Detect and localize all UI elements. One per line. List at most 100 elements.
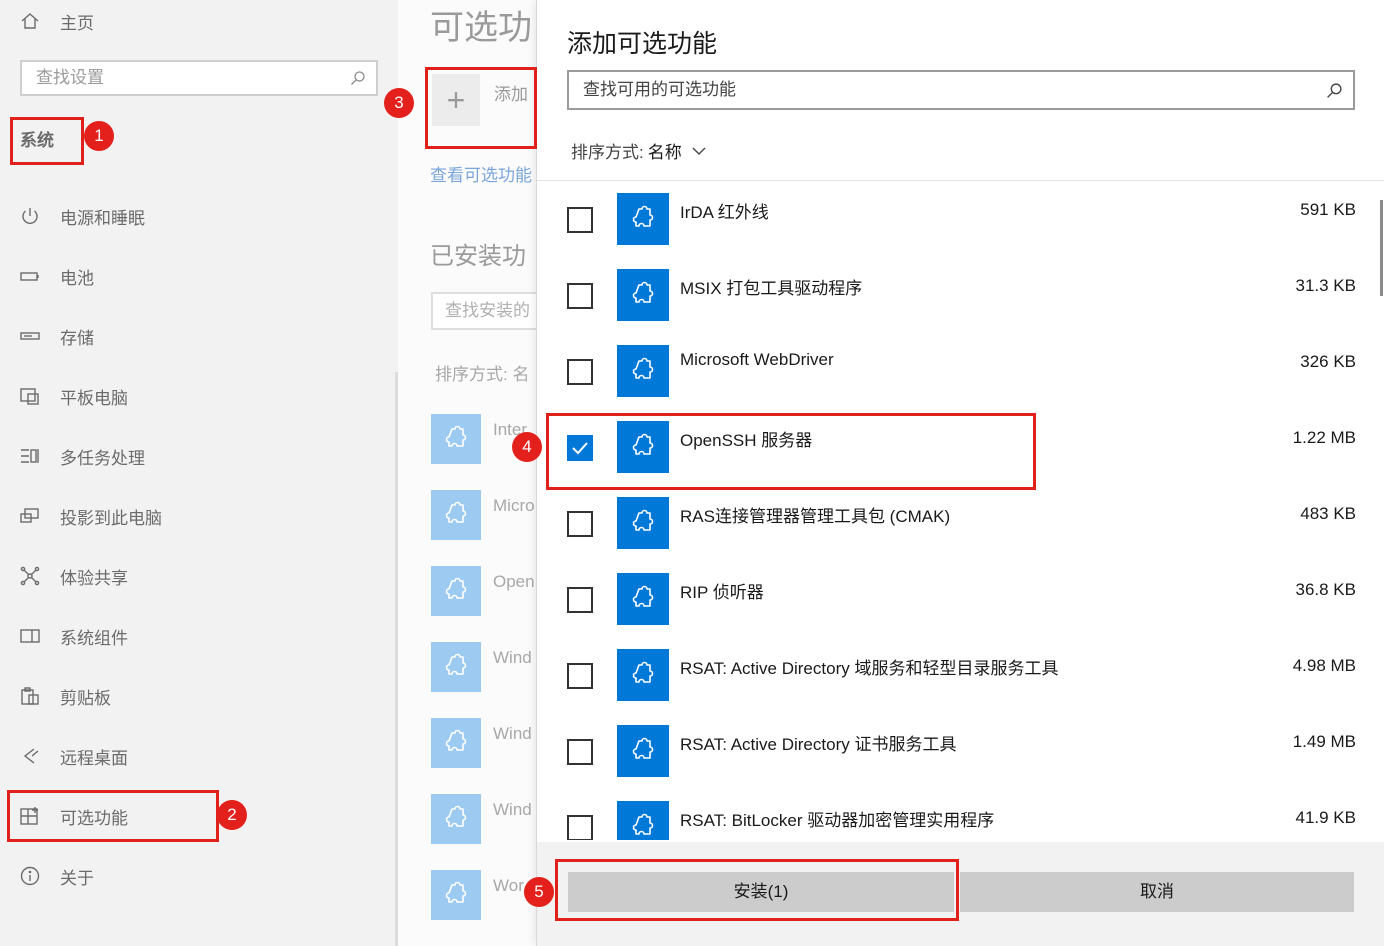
feature-row[interactable]: RSAT: Active Directory 证书服务工具 1.49 MB <box>537 713 1384 789</box>
feature-size: 326 KB <box>1300 352 1356 371</box>
puzzle-icon <box>445 653 467 675</box>
feature-name: IrDA 红外线 <box>680 203 769 222</box>
feature-row[interactable]: RAS连接管理器管理工具包 (CMAK) 483 KB <box>537 485 1384 561</box>
sidebar-item-multitasking[interactable]: 多任务处理 <box>0 426 398 486</box>
puzzle-icon <box>632 281 654 303</box>
puzzle-icon <box>445 881 467 903</box>
sidebar-search-box[interactable] <box>20 60 378 96</box>
project-icon <box>20 508 39 523</box>
feature-list-scrollbar[interactable] <box>1380 200 1383 296</box>
installed-feature-name: Wind <box>493 724 532 743</box>
sidebar-item-label: 存储 <box>60 328 94 348</box>
feature-checkbox-checked[interactable] <box>567 435 593 461</box>
sidebar-home[interactable]: 主页 <box>20 8 94 34</box>
add-feature-button[interactable]: + <box>432 74 480 126</box>
puzzle-icon <box>445 805 467 827</box>
feature-size: 591 KB <box>1300 200 1356 219</box>
feature-checkbox[interactable] <box>567 815 593 840</box>
installed-feature-row[interactable]: Wind <box>431 718 538 768</box>
feature-name: RAS连接管理器管理工具包 (CMAK) <box>680 507 951 526</box>
dialog-search-input[interactable] <box>569 72 1289 108</box>
feature-row[interactable]: RSAT: BitLocker 驱动器加密管理实用程序 41.9 KB <box>537 789 1384 840</box>
installed-sort-label[interactable]: 排序方式: 名 <box>435 360 529 385</box>
install-button[interactable]: 安装(1) <box>568 872 954 912</box>
feature-row[interactable]: Microsoft WebDriver 326 KB <box>537 333 1384 409</box>
feature-checkbox[interactable] <box>567 283 593 309</box>
installed-feature-row[interactable]: Wind <box>431 642 538 692</box>
sidebar-item-shared-experiences[interactable]: 体验共享 <box>0 546 398 606</box>
sidebar-item-label: 电池 <box>60 268 94 288</box>
annotation-step-badge: 1 <box>84 121 114 151</box>
dialog-title: 添加可选功能 <box>567 30 718 58</box>
cancel-button[interactable]: 取消 <box>960 872 1354 912</box>
feature-checkbox[interactable] <box>567 207 593 233</box>
installed-search-input[interactable]: 查找安装的 <box>431 292 538 330</box>
feature-name: RSAT: Active Directory 域服务和轻型目录服务工具 <box>680 659 1059 678</box>
sidebar-item-system-components[interactable]: 系统组件 <box>0 606 398 666</box>
feature-name: Microsoft WebDriver <box>680 350 834 369</box>
home-icon <box>21 13 39 29</box>
installed-feature-row[interactable]: Open <box>431 566 538 616</box>
sidebar-item-remote-desktop[interactable]: 远程桌面 <box>0 726 398 786</box>
sidebar-item-clipboard[interactable]: 剪贴板 <box>0 666 398 726</box>
sidebar-item-power[interactable]: 电源和睡眠 <box>0 186 398 246</box>
feature-checkbox[interactable] <box>567 511 593 537</box>
sidebar-item-about[interactable]: 关于 <box>0 846 398 906</box>
feature-checkbox[interactable] <box>567 663 593 689</box>
feature-checkbox[interactable] <box>567 359 593 385</box>
tablet-icon <box>20 388 39 405</box>
feature-name: OpenSSH 服务器 <box>680 431 813 450</box>
feature-row[interactable]: RSAT: Active Directory 域服务和轻型目录服务工具 4.98… <box>537 637 1384 713</box>
sidebar-item-label: 可选功能 <box>60 808 128 828</box>
feature-size: 1.22 MB <box>1292 428 1356 447</box>
puzzle-icon <box>632 661 654 683</box>
sidebar-search-input[interactable] <box>22 62 322 94</box>
installed-feature-name: Wor <box>493 876 524 895</box>
sidebar-item-project[interactable]: 投影到此电脑 <box>0 486 398 546</box>
multitasking-icon <box>21 449 39 463</box>
feature-name: RIP 侦听器 <box>680 583 764 602</box>
feature-size: 1.49 MB <box>1292 732 1356 751</box>
annotation-step-badge: 3 <box>384 88 414 118</box>
dialog-search-box[interactable] <box>567 70 1355 110</box>
sidebar-item-tablet[interactable]: 平板电脑 <box>0 366 398 426</box>
sidebar-section-title: 系统 <box>20 131 54 150</box>
feature-size: 41.9 KB <box>1295 808 1357 827</box>
sort-label: 排序方式: <box>571 143 644 162</box>
feature-row-selected[interactable]: OpenSSH 服务器 1.22 MB <box>537 409 1384 485</box>
sidebar-item-optional-features[interactable]: 可选功能 <box>0 786 398 846</box>
installed-feature-name: Micro <box>493 496 535 515</box>
search-icon[interactable] <box>1326 82 1343 99</box>
sort-dropdown[interactable]: 排序方式: 名称 <box>571 138 706 163</box>
sidebar-item-label: 多任务处理 <box>60 448 145 468</box>
optional-features-icon <box>20 807 38 825</box>
sidebar-item-storage[interactable]: 存储 <box>0 306 398 366</box>
feature-row[interactable]: MSIX 打包工具驱动程序 31.3 KB <box>537 257 1384 333</box>
puzzle-icon <box>632 585 654 607</box>
feature-row[interactable]: RIP 侦听器 36.8 KB <box>537 561 1384 637</box>
installed-feature-row[interactable]: Micro <box>431 490 538 540</box>
installed-feature-row[interactable]: Wind <box>431 794 538 844</box>
feature-name: MSIX 打包工具驱动程序 <box>680 279 863 298</box>
remote-desktop-icon <box>23 748 39 764</box>
annotation-step-badge: 4 <box>512 432 542 462</box>
installed-feature-row[interactable]: Wor <box>431 870 538 920</box>
puzzle-icon <box>445 501 467 523</box>
feature-row[interactable]: IrDA 红外线 591 KB <box>537 181 1384 257</box>
feature-checkbox[interactable] <box>567 587 593 613</box>
puzzle-icon <box>632 205 654 227</box>
view-optional-features-link[interactable]: 查看可选功能 <box>430 161 532 186</box>
annotation-step-badge: 2 <box>217 800 247 830</box>
search-icon[interactable] <box>350 70 366 86</box>
puzzle-icon <box>632 509 654 531</box>
puzzle-icon <box>632 813 654 835</box>
sidebar-item-label: 剪贴板 <box>60 688 111 708</box>
sidebar-item-label: 系统组件 <box>60 628 128 648</box>
add-feature-label[interactable]: 添加 <box>494 80 528 105</box>
puzzle-icon <box>632 433 654 455</box>
puzzle-icon <box>632 357 654 379</box>
sidebar-item-label: 体验共享 <box>60 568 128 588</box>
sidebar-item-battery[interactable]: 电池 <box>0 246 398 306</box>
feature-checkbox[interactable] <box>567 739 593 765</box>
feature-size: 36.8 KB <box>1295 580 1357 599</box>
